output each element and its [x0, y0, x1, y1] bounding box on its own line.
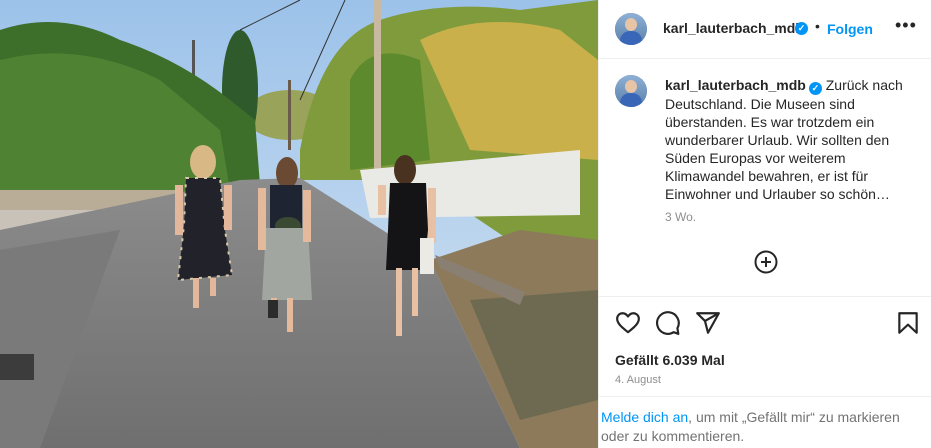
- share-icon[interactable]: [695, 310, 721, 336]
- login-prompt: Melde dich an, um mit „Gefällt mir“ zu m…: [599, 396, 931, 448]
- avatar[interactable]: [615, 13, 647, 45]
- relative-time[interactable]: 3 Wo.: [665, 210, 696, 224]
- more-options-icon[interactable]: •••: [895, 16, 917, 36]
- photo-street-scene: [0, 0, 598, 448]
- caption-verified-badge-icon: ✓: [808, 82, 822, 95]
- username-link[interactable]: karl_lauterbach_mdb: [663, 20, 804, 36]
- heart-icon[interactable]: [615, 310, 641, 336]
- post-side-panel: karl_lauterbach_mdb ✓ • Folgen ••• karl_…: [598, 0, 931, 448]
- login-link[interactable]: Melde dich an: [601, 409, 688, 425]
- caption-area: karl_lauterbach_mdb ✓ Zurück nach Deutsch…: [599, 59, 931, 297]
- verified-badge-icon: ✓: [795, 22, 808, 35]
- caption-username-link[interactable]: karl_lauterbach_mdb: [665, 77, 806, 93]
- separator-dot: •: [815, 18, 820, 34]
- bookmark-icon[interactable]: [895, 310, 921, 336]
- caption-text: Zurück nach Deutschland. Die Museen sind…: [665, 77, 903, 202]
- post-photo[interactable]: [0, 0, 598, 448]
- caption-avatar[interactable]: [615, 75, 647, 107]
- post-date[interactable]: 4. August: [615, 374, 661, 386]
- comment-icon[interactable]: [655, 310, 681, 336]
- action-bar: [599, 310, 931, 336]
- post-header: karl_lauterbach_mdb ✓ • Folgen •••: [599, 0, 931, 59]
- follow-button[interactable]: Folgen: [827, 21, 873, 37]
- add-comment-icon[interactable]: [753, 249, 779, 275]
- like-count[interactable]: Gefällt 6.039 Mal: [615, 352, 725, 368]
- caption: karl_lauterbach_mdb ✓ Zurück nach Deutsch…: [665, 76, 925, 203]
